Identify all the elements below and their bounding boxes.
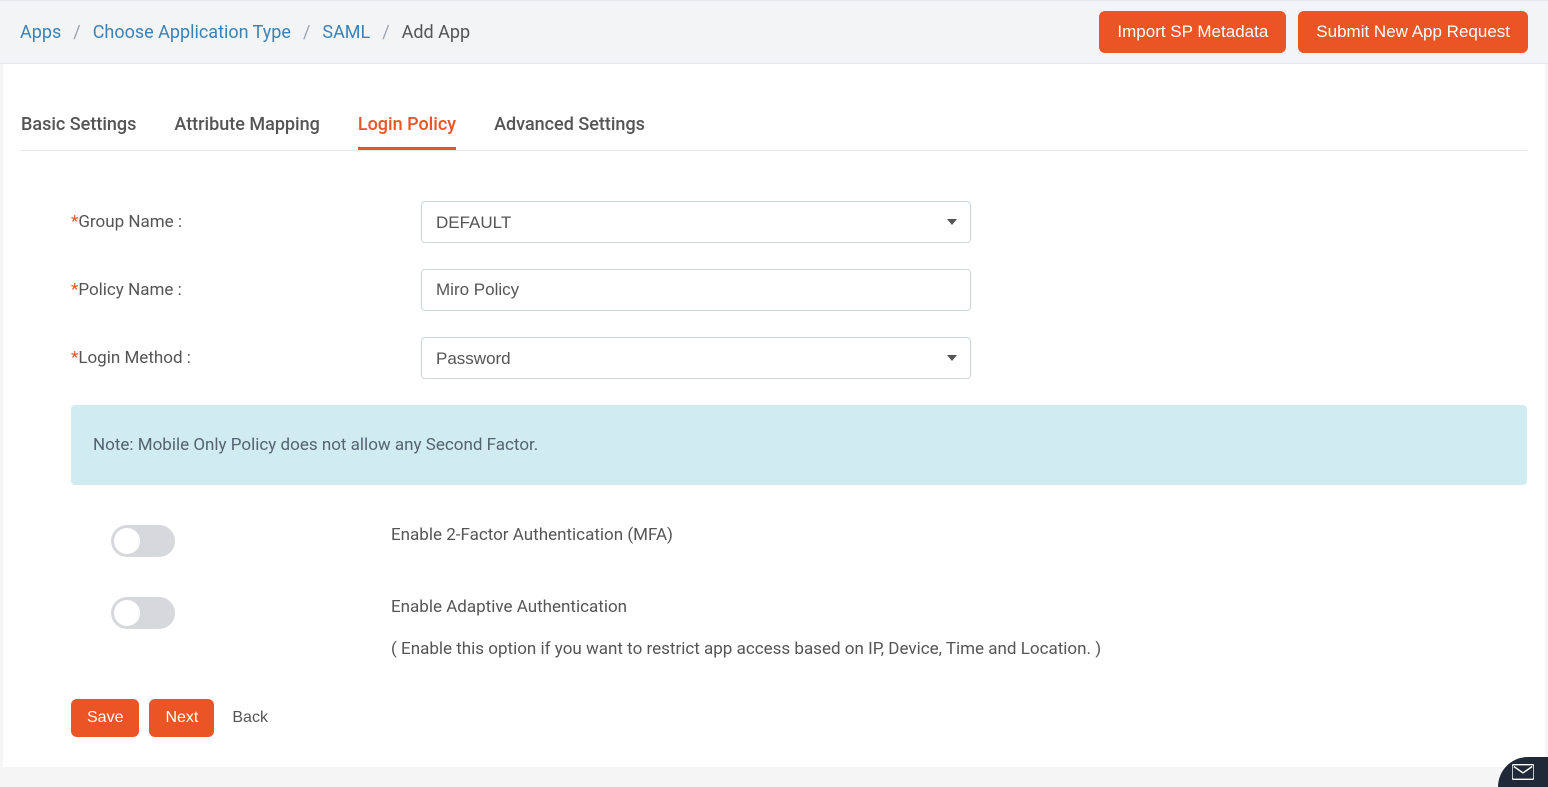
tab-basic-settings[interactable]: Basic Settings	[21, 114, 136, 150]
form-row-login-method: *Login Method : Password	[71, 337, 1527, 379]
tabs: Basic Settings Attribute Mapping Login P…	[21, 64, 1527, 151]
breadcrumb-choose-app-type[interactable]: Choose Application Type	[93, 22, 291, 43]
save-button[interactable]: Save	[71, 699, 139, 737]
group-name-select[interactable]: DEFAULT	[421, 201, 971, 243]
form-area: *Group Name : DEFAULT *Policy Name : *Lo…	[21, 151, 1527, 737]
form-row-group-name: *Group Name : DEFAULT	[71, 201, 1527, 243]
tab-login-policy[interactable]: Login Policy	[358, 114, 456, 150]
policy-name-label: *Policy Name :	[71, 280, 421, 300]
mail-icon	[1512, 764, 1534, 780]
submit-new-app-request-button[interactable]: Submit New App Request	[1298, 11, 1528, 53]
header-bar: Apps / Choose Application Type / SAML / …	[0, 0, 1548, 64]
note-box: Note: Mobile Only Policy does not allow …	[71, 405, 1527, 485]
tab-advanced-settings[interactable]: Advanced Settings	[494, 114, 645, 150]
form-row-policy-name: *Policy Name :	[71, 269, 1527, 311]
toggle-row-adaptive: Enable Adaptive Authentication ( Enable …	[71, 597, 1527, 659]
mfa-toggle[interactable]	[111, 525, 175, 557]
breadcrumb-sep: /	[303, 22, 310, 43]
main-content: Basic Settings Attribute Mapping Login P…	[3, 64, 1545, 767]
login-method-select[interactable]: Password	[421, 337, 971, 379]
breadcrumb-current: Add App	[402, 22, 470, 43]
toggle-knob	[114, 528, 140, 554]
import-sp-metadata-button[interactable]: Import SP Metadata	[1099, 11, 1286, 53]
login-method-label-text: Login Method :	[78, 348, 191, 368]
breadcrumb-sep: /	[382, 22, 389, 43]
back-button[interactable]: Back	[224, 699, 276, 737]
toggle-knob	[114, 600, 140, 626]
adaptive-toggle-sub: ( Enable this option if you want to rest…	[391, 639, 1101, 659]
breadcrumb: Apps / Choose Application Type / SAML / …	[20, 22, 470, 43]
adaptive-toggle-label: Enable Adaptive Authentication	[391, 597, 1101, 617]
login-method-label: *Login Method :	[71, 348, 421, 368]
policy-name-input[interactable]	[421, 269, 971, 311]
policy-name-label-text: Policy Name :	[78, 280, 181, 300]
toggle-row-mfa: Enable 2-Factor Authentication (MFA)	[71, 525, 1527, 557]
footer-actions: Save Next Back	[71, 699, 1527, 737]
next-button[interactable]: Next	[149, 699, 214, 737]
group-name-label: *Group Name :	[71, 212, 421, 232]
breadcrumb-saml[interactable]: SAML	[322, 22, 370, 43]
header-actions: Import SP Metadata Submit New App Reques…	[1099, 11, 1528, 53]
breadcrumb-sep: /	[73, 22, 80, 43]
adaptive-toggle[interactable]	[111, 597, 175, 629]
tab-attribute-mapping[interactable]: Attribute Mapping	[174, 114, 319, 150]
breadcrumb-apps[interactable]: Apps	[20, 22, 61, 43]
group-name-label-text: Group Name :	[78, 212, 182, 232]
mfa-toggle-label: Enable 2-Factor Authentication (MFA)	[391, 525, 673, 545]
